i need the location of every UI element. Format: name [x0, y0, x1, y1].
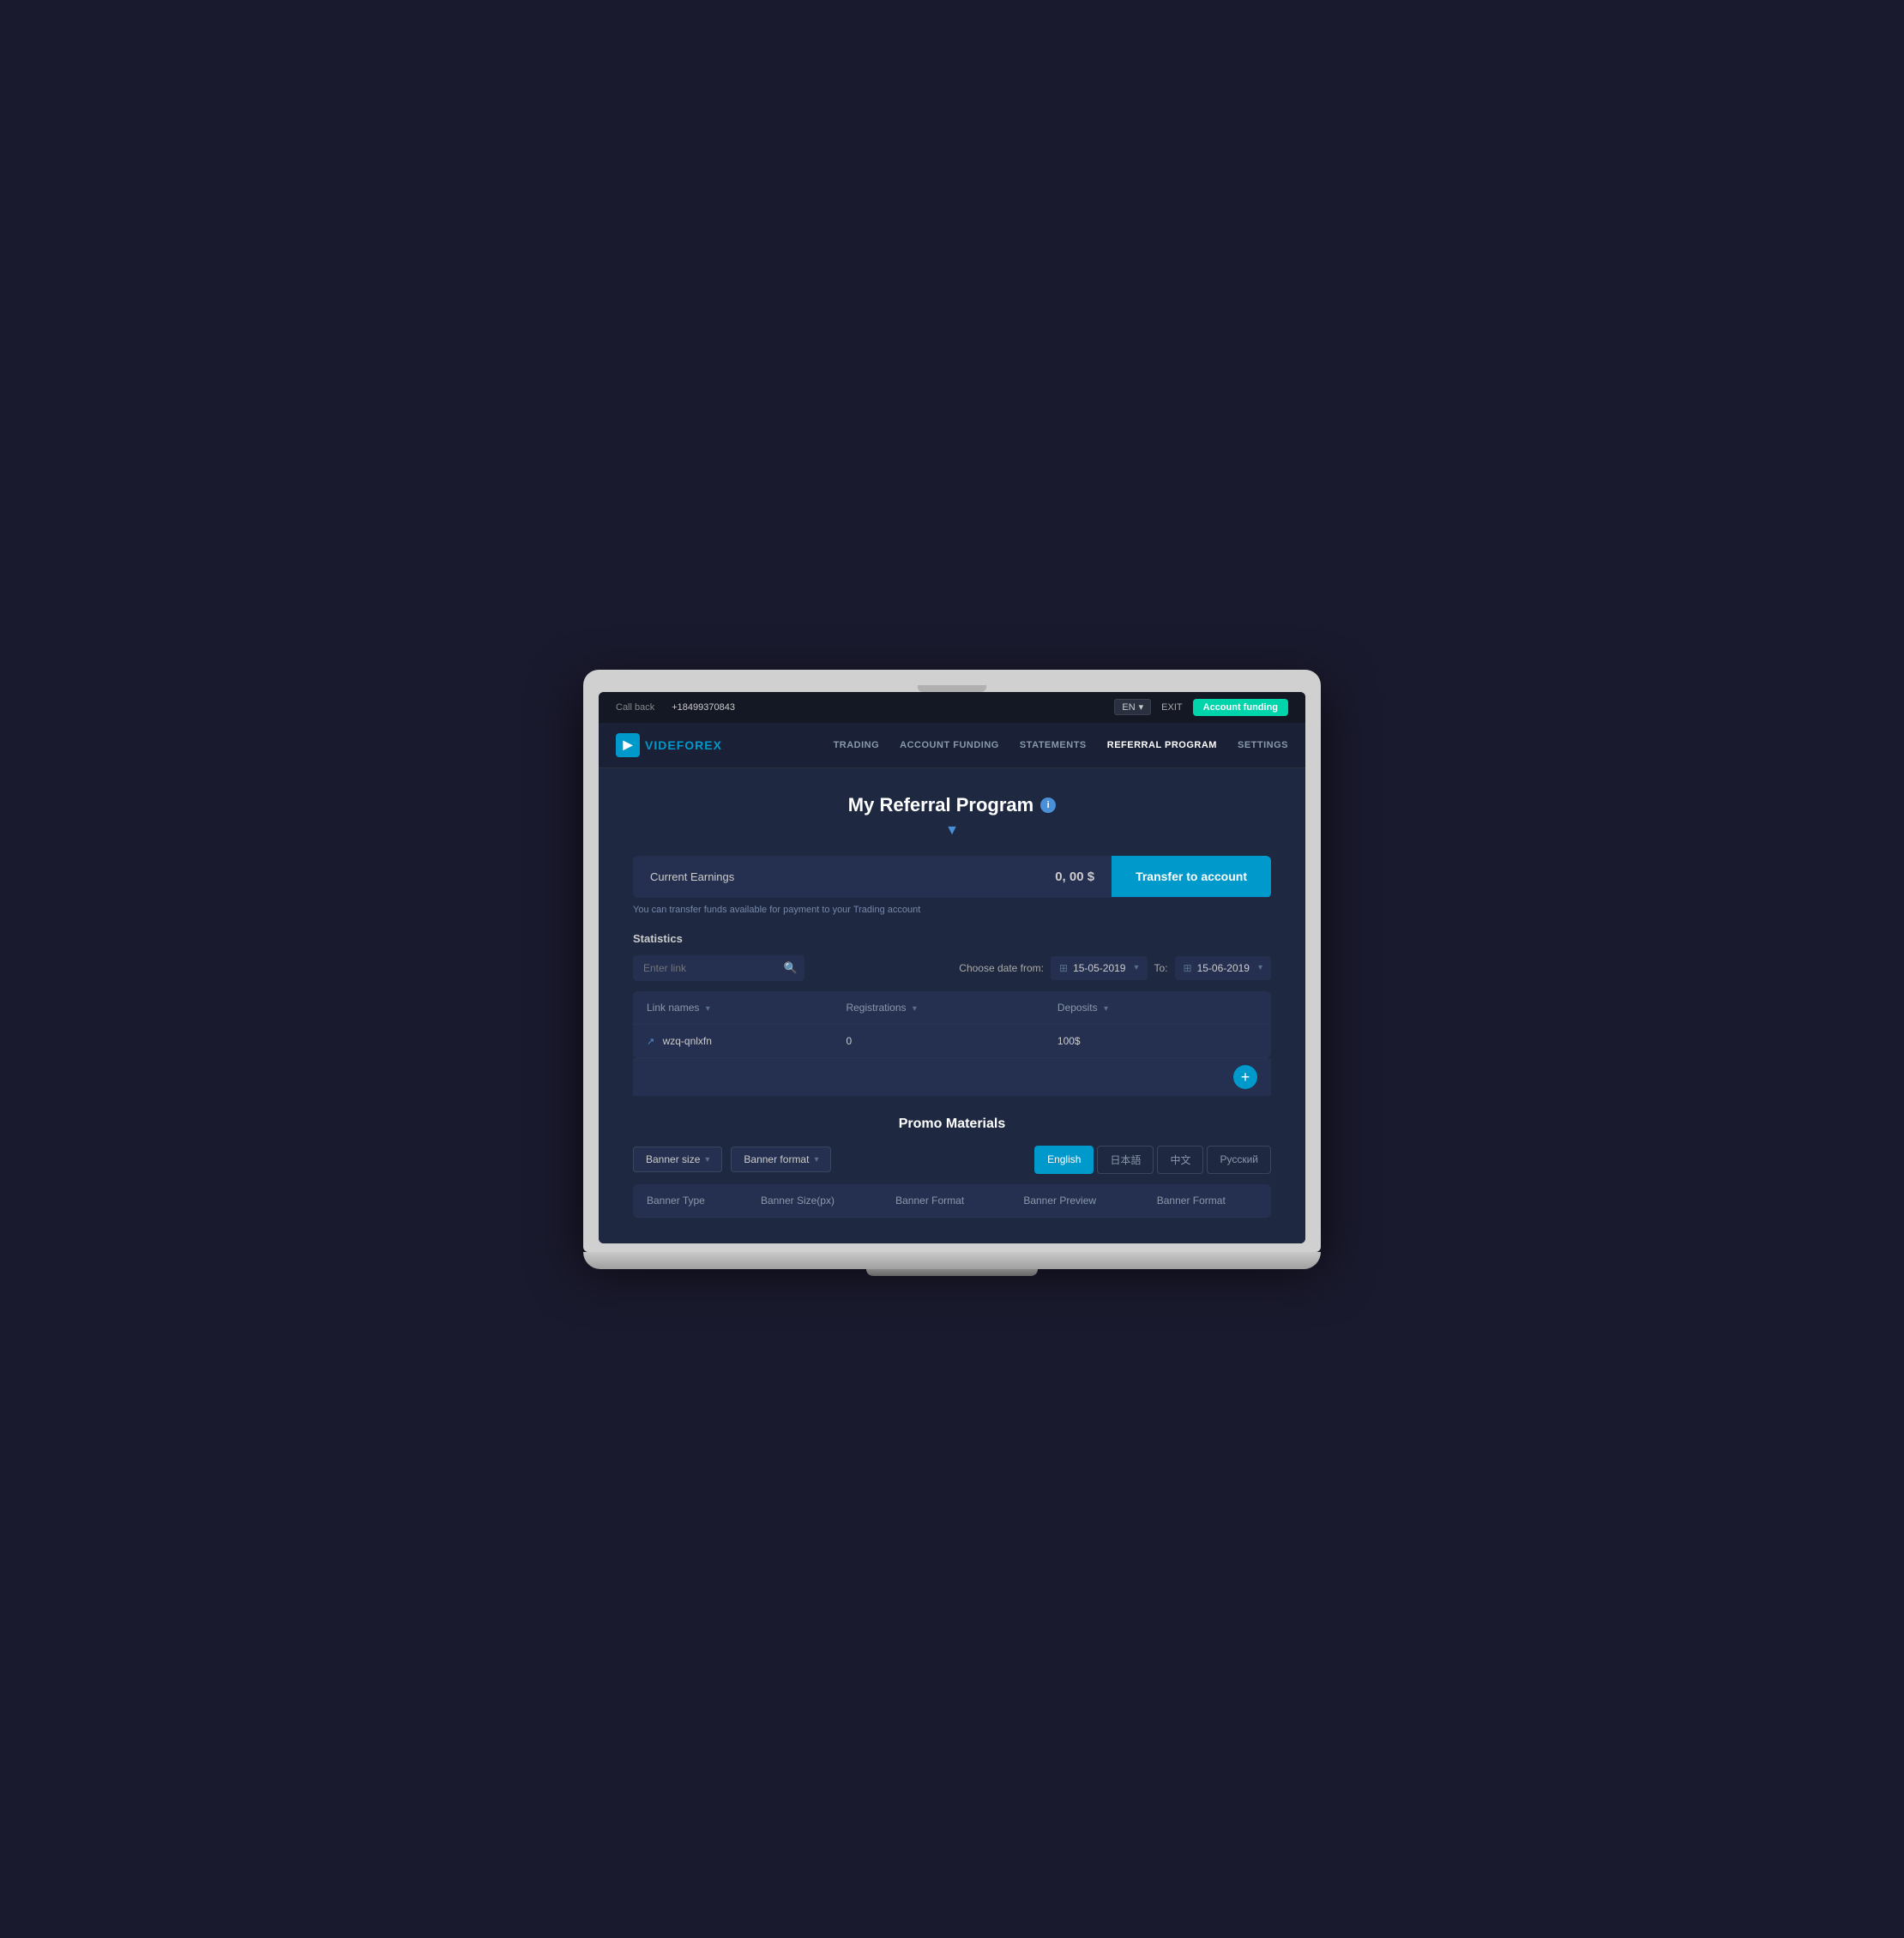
lang-tab-english[interactable]: English: [1034, 1146, 1094, 1174]
exit-button[interactable]: EXIT: [1161, 702, 1182, 713]
table-row: ↗ wzq-qnlxfn 0 100$: [633, 1024, 1271, 1057]
chevron-down-icon: ▼: [633, 823, 1271, 839]
date-controls: Choose date from: ⊞ 15-05-2019 ▾ To: ⊞ 1…: [959, 956, 1271, 980]
deposits-sort-icon: ▾: [1104, 1004, 1108, 1014]
lang-chevron-icon: ▾: [1139, 701, 1144, 713]
callback-label: Call back: [616, 702, 654, 713]
banner-col-format: Banner Format: [882, 1184, 1009, 1218]
logo-text: VIDEFOREX: [645, 738, 722, 752]
laptop-bezel: Call back +18499370843 EN ▾ EXIT Account…: [583, 670, 1321, 1252]
banner-size-arrow-icon: ▾: [705, 1155, 709, 1165]
calendar-icon: ⊞: [1059, 962, 1068, 974]
laptop-screen: Call back +18499370843 EN ▾ EXIT Account…: [599, 692, 1305, 1243]
link-names-sort-icon: ▾: [706, 1004, 710, 1014]
banner-format-arrow-icon: ▾: [814, 1155, 818, 1165]
col-registrations[interactable]: Registrations ▾: [832, 991, 1043, 1025]
calendar-to-icon: ⊞: [1184, 962, 1192, 974]
banner-size-dropdown[interactable]: Banner size ▾: [633, 1147, 722, 1172]
stats-table: Link names ▾ Registrations ▾ Deposits ▾: [633, 991, 1271, 1058]
cell-row-action: [1212, 1024, 1271, 1057]
banner-col-preview: Banner Preview: [1009, 1184, 1142, 1218]
promo-dropdowns: Banner size ▾ Banner format ▾: [633, 1147, 831, 1172]
banner-col-size: Banner Size(px): [747, 1184, 882, 1218]
lang-selector[interactable]: EN ▾: [1114, 699, 1151, 715]
logo-second: FOREX: [677, 738, 722, 752]
banner-format-dropdown[interactable]: Banner format ▾: [731, 1147, 831, 1172]
laptop-notch: [918, 685, 986, 692]
cell-link-name: ↗ wzq-qnlxfn: [633, 1024, 832, 1057]
logo-first: VIDE: [645, 738, 677, 752]
col-actions: [1212, 991, 1271, 1025]
earnings-label: Current Earnings: [633, 857, 1038, 897]
search-input-wrap: 🔍: [633, 955, 804, 981]
date-from-arrow-icon: ▾: [1134, 963, 1138, 972]
date-from-label: Choose date from:: [959, 962, 1044, 974]
statistics-title: Statistics: [633, 932, 1271, 945]
search-icon[interactable]: 🔍: [784, 961, 798, 975]
registrations-sort-icon: ▾: [913, 1004, 917, 1014]
col-deposits[interactable]: Deposits ▾: [1044, 991, 1212, 1025]
info-icon[interactable]: i: [1040, 797, 1056, 813]
top-bar: Call back +18499370843 EN ▾ EXIT Account…: [599, 692, 1305, 723]
date-from-value: 15-05-2019: [1073, 962, 1125, 974]
page-title: My Referral Program i: [633, 794, 1271, 816]
banner-col-format2: Banner Format: [1143, 1184, 1271, 1218]
earnings-value: 0, 00 $: [1038, 856, 1112, 898]
nav-referral-program[interactable]: REFERRAL PROGRAM: [1107, 740, 1217, 750]
cell-registrations: 0: [832, 1024, 1043, 1057]
promo-title: Promo Materials: [633, 1116, 1271, 1132]
laptop-base: [583, 1252, 1321, 1269]
logo: ▶ VIDEFOREX: [616, 733, 722, 757]
page-title-area: My Referral Program i ▼: [633, 794, 1271, 839]
nav-links: TRADING ACCOUNT FUNDING STATEMENTS REFER…: [834, 740, 1288, 750]
phone-number: +18499370843: [672, 702, 735, 713]
earnings-row: Current Earnings 0, 00 $ Transfer to acc…: [633, 856, 1271, 898]
banner-col-type: Banner Type: [633, 1184, 747, 1218]
nav-trading[interactable]: TRADING: [834, 740, 880, 750]
nav-statements[interactable]: STATEMENTS: [1020, 740, 1087, 750]
lang-tab-chinese[interactable]: 中文: [1157, 1146, 1203, 1174]
main-content: My Referral Program i ▼ Current Earnings…: [599, 768, 1305, 1243]
lang-tab-russian[interactable]: Русский: [1207, 1146, 1271, 1174]
transfer-to-account-button[interactable]: Transfer to account: [1112, 856, 1271, 897]
logo-icon: ▶: [616, 733, 640, 757]
cell-deposits: 100$: [1044, 1024, 1212, 1057]
nav-bar: ▶ VIDEFOREX TRADING ACCOUNT FUNDING STAT…: [599, 723, 1305, 768]
lang-tabs: English 日本語 中文 Русский: [1034, 1146, 1271, 1174]
table-action-row: +: [633, 1058, 1271, 1096]
date-to-arrow-icon: ▾: [1258, 963, 1262, 972]
banner-table: Banner Type Banner Size(px) Banner Forma…: [633, 1184, 1271, 1218]
laptop-wrapper: Call back +18499370843 EN ▾ EXIT Account…: [583, 670, 1321, 1269]
promo-controls: Banner size ▾ Banner format ▾ English 日本…: [633, 1146, 1271, 1174]
account-funding-button[interactable]: Account funding: [1193, 699, 1288, 716]
date-to-picker[interactable]: ⊞ 15-06-2019 ▾: [1175, 956, 1271, 980]
stats-controls: 🔍 Choose date from: ⊞ 15-05-2019 ▾ To: ⊞…: [633, 955, 1271, 981]
date-from-picker[interactable]: ⊞ 15-05-2019 ▾: [1051, 956, 1147, 980]
link-arrow-icon: ↗: [647, 1037, 654, 1047]
lang-tab-japanese[interactable]: 日本語: [1097, 1146, 1154, 1174]
col-link-names[interactable]: Link names ▾: [633, 991, 832, 1025]
transfer-hint: You can transfer funds available for pay…: [633, 905, 1271, 915]
nav-settings[interactable]: SETTINGS: [1238, 740, 1288, 750]
lang-value: EN: [1122, 702, 1135, 713]
date-to-value: 15-06-2019: [1197, 962, 1250, 974]
add-row-button[interactable]: +: [1233, 1065, 1257, 1089]
search-input[interactable]: [633, 955, 804, 981]
nav-account-funding[interactable]: ACCOUNT FUNDING: [900, 740, 999, 750]
date-to-label: To:: [1154, 962, 1168, 974]
